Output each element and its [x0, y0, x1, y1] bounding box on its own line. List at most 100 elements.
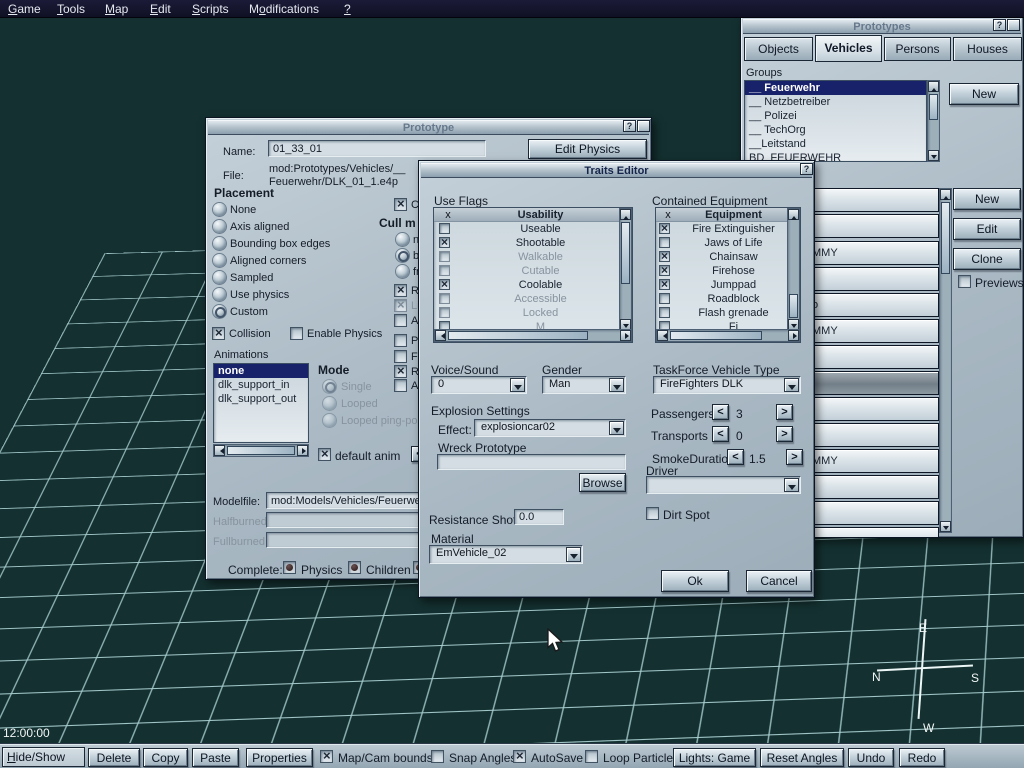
- equipment-checkbox[interactable]: [659, 237, 670, 248]
- chevron-down-icon[interactable]: [510, 378, 525, 392]
- previews-checkbox[interactable]: [958, 275, 971, 288]
- scroll-left-icon[interactable]: [657, 330, 668, 341]
- equipment-hscrollbar[interactable]: [656, 329, 800, 342]
- edit-button[interactable]: Edit: [953, 218, 1021, 240]
- undo-button[interactable]: Undo: [848, 748, 894, 767]
- use-flag-row[interactable]: Useable: [434, 222, 619, 236]
- chevron-down-icon[interactable]: [609, 378, 624, 392]
- ok-button[interactable]: Ok: [661, 570, 729, 592]
- flag-checkbox[interactable]: [394, 350, 407, 363]
- equipment-checkbox[interactable]: [659, 223, 670, 234]
- equipment-checkbox[interactable]: [659, 251, 670, 262]
- scroll-thumb[interactable]: [789, 294, 798, 318]
- redo-button[interactable]: Redo: [899, 748, 945, 767]
- menu-tools[interactable]: Tools: [57, 2, 85, 17]
- scroll-up-icon[interactable]: [940, 189, 951, 200]
- use-flag-row[interactable]: Coolable: [434, 278, 619, 292]
- placement-radio-custom[interactable]: [213, 305, 226, 318]
- animation-item[interactable]: dlk_support_out: [214, 392, 308, 406]
- gender-dropdown[interactable]: Man: [542, 376, 626, 394]
- chevron-down-icon[interactable]: [784, 478, 799, 492]
- clone-button[interactable]: Clone: [953, 248, 1021, 270]
- scroll-left-icon[interactable]: [214, 445, 225, 456]
- lights-game-button[interactable]: Lights: Game: [673, 748, 756, 767]
- properties-button[interactable]: Properties: [246, 748, 313, 767]
- driver-dropdown[interactable]: [646, 476, 801, 494]
- copy-button[interactable]: Copy: [143, 748, 188, 767]
- equipment-row[interactable]: Roadblock: [656, 292, 787, 306]
- flag-checkbox[interactable]: [439, 251, 450, 262]
- snap-angles-checkbox[interactable]: [431, 750, 444, 763]
- cull-radio-none[interactable]: [396, 233, 409, 246]
- menu-map[interactable]: Map: [105, 2, 128, 17]
- use-flag-row[interactable]: Cutable: [434, 264, 619, 278]
- transports-decrement-button[interactable]: <: [712, 426, 729, 442]
- name-input[interactable]: [268, 140, 486, 157]
- loop-particles-checkbox[interactable]: [585, 750, 598, 763]
- scroll-thumb[interactable]: [670, 331, 762, 340]
- wreck-prototype-input[interactable]: [437, 454, 626, 470]
- mode-radio-looped-pingpong[interactable]: [323, 414, 336, 427]
- animation-item[interactable]: none: [214, 364, 308, 378]
- flag-checkbox[interactable]: [439, 223, 450, 234]
- cull-radio-front[interactable]: [396, 265, 409, 278]
- equipment-row[interactable]: Fire Extinguisher: [656, 222, 787, 236]
- menu-help[interactable]: ?: [344, 2, 351, 17]
- use-flag-row[interactable]: Walkable: [434, 250, 619, 264]
- use-flag-row[interactable]: Locked: [434, 306, 619, 320]
- equipment-row[interactable]: Firehose: [656, 264, 787, 278]
- placement-radio-axis-aligned[interactable]: [213, 220, 226, 233]
- placement-radio-bounding-box[interactable]: [213, 237, 226, 250]
- flag-checkbox[interactable]: [439, 265, 450, 276]
- smoke-duration-decrement-button[interactable]: <: [727, 449, 744, 465]
- placement-radio-aligned-corners[interactable]: [213, 254, 226, 267]
- help-button[interactable]: ?: [623, 120, 636, 132]
- flag-checkbox[interactable]: [394, 365, 407, 378]
- smoke-duration-increment-button[interactable]: >: [786, 449, 803, 465]
- chevron-down-icon[interactable]: [784, 378, 799, 392]
- scroll-right-icon[interactable]: [297, 445, 308, 456]
- use-flags-vscrollbar[interactable]: [619, 208, 632, 331]
- equipment-checkbox[interactable]: [659, 307, 670, 318]
- transports-increment-button[interactable]: >: [776, 426, 793, 442]
- flag-checkbox[interactable]: [439, 307, 450, 318]
- hide-show-button[interactable]: Hide/Show: [2, 747, 85, 767]
- menu-edit[interactable]: Edit: [150, 2, 171, 17]
- collision-checkbox[interactable]: [212, 327, 225, 340]
- menu-scripts[interactable]: Scripts: [192, 2, 229, 17]
- placement-radio-sampled[interactable]: [213, 271, 226, 284]
- placement-radio-use-physics[interactable]: [213, 288, 226, 301]
- voice-sound-dropdown[interactable]: 0: [431, 376, 527, 394]
- equipment-checkbox[interactable]: [659, 265, 670, 276]
- scroll-right-icon[interactable]: [620, 330, 631, 341]
- scroll-thumb[interactable]: [448, 331, 588, 340]
- reset-angles-button[interactable]: Reset Angles: [760, 748, 844, 767]
- placement-radio-none[interactable]: [213, 203, 226, 216]
- edit-physics-button[interactable]: Edit Physics: [528, 139, 647, 159]
- default-anim-checkbox[interactable]: [318, 448, 331, 461]
- equipment-row[interactable]: Chainsaw: [656, 250, 787, 264]
- new-button[interactable]: New: [953, 188, 1021, 210]
- equipment-row[interactable]: Jumppad: [656, 278, 787, 292]
- paste-button[interactable]: Paste: [192, 748, 239, 767]
- dirt-spot-checkbox[interactable]: [646, 507, 659, 520]
- equipment-vscrollbar[interactable]: [787, 208, 800, 331]
- browse-button[interactable]: Browse: [579, 473, 626, 492]
- passengers-increment-button[interactable]: >: [776, 404, 793, 420]
- equipment-checkbox[interactable]: [659, 293, 670, 304]
- mode-radio-looped[interactable]: [323, 397, 336, 410]
- use-flags-hscrollbar[interactable]: [434, 329, 632, 342]
- mode-radio-single[interactable]: [323, 380, 336, 393]
- scroll-right-icon[interactable]: [788, 330, 799, 341]
- map-cam-bounds-checkbox[interactable]: [320, 750, 333, 763]
- flag-checkbox[interactable]: [394, 284, 407, 297]
- scroll-thumb[interactable]: [621, 222, 630, 284]
- animation-item[interactable]: dlk_support_in: [214, 378, 308, 392]
- effect-dropdown[interactable]: explosioncar02: [474, 419, 626, 437]
- scroll-up-icon[interactable]: [788, 209, 799, 220]
- cull-radio-back[interactable]: [396, 249, 409, 262]
- equipment-checkbox[interactable]: [659, 279, 670, 290]
- animations-scrollbar[interactable]: [213, 444, 309, 457]
- taskforce-type-dropdown[interactable]: FireFighters DLK: [653, 376, 801, 394]
- prototype-dialog-titlebar[interactable]: Prototype: [208, 120, 649, 135]
